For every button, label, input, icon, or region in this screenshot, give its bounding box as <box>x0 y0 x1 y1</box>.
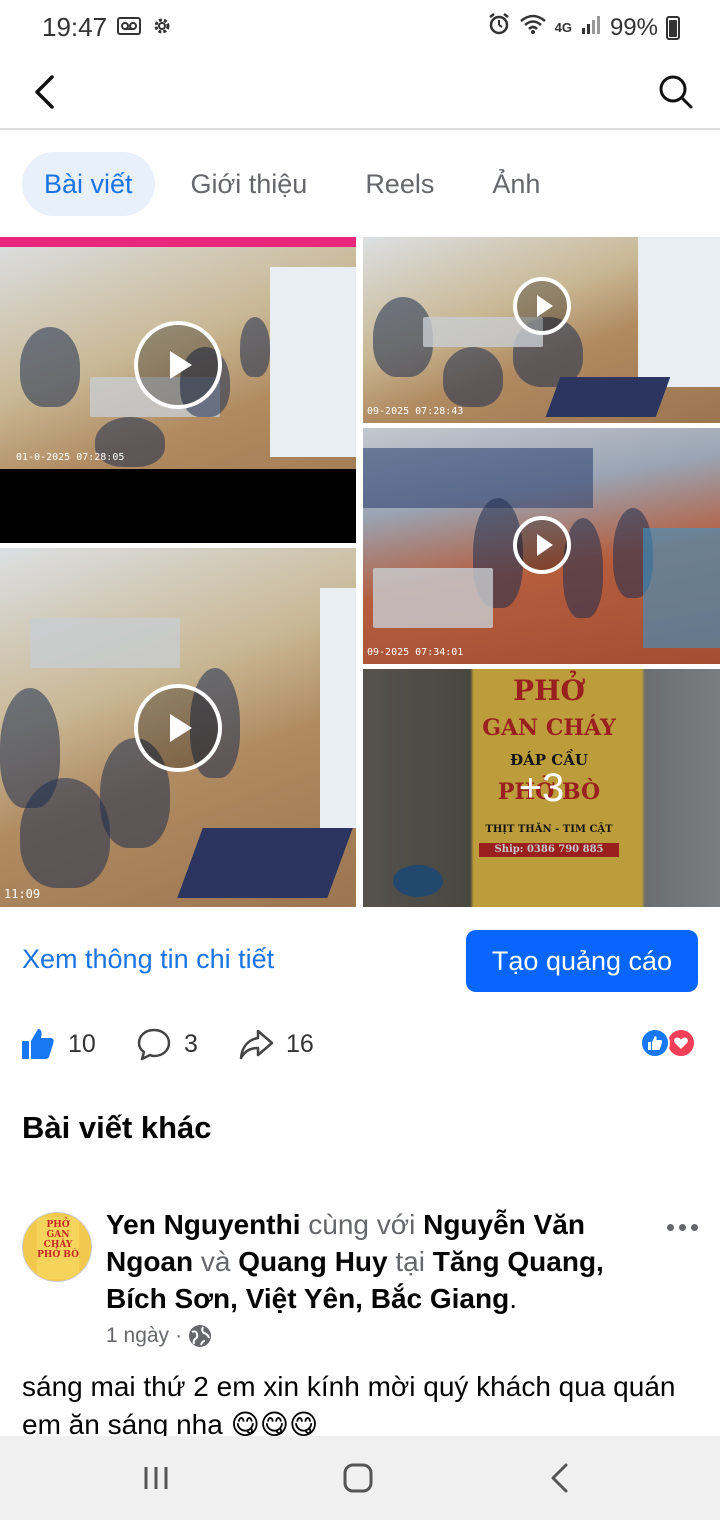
voicemail-icon <box>117 16 141 41</box>
more-options-button[interactable] <box>662 1212 702 1242</box>
with-word: cùng với <box>308 1209 416 1240</box>
scene-bench <box>545 377 671 417</box>
alarm-icon <box>487 12 511 43</box>
reaction-summary[interactable] <box>640 1028 700 1060</box>
search-icon <box>659 75 693 109</box>
scene-wall <box>638 237 720 387</box>
scene-table <box>373 568 493 628</box>
at-word: tại <box>395 1246 425 1277</box>
video-thumbnail-4[interactable]: 11:09 <box>0 548 356 907</box>
wifi-icon <box>519 13 547 42</box>
status-time: 19:47 <box>42 12 108 42</box>
video-timestamp: 01-0-2025 07:28:05 <box>16 452 125 463</box>
like-reaction-icon <box>640 1028 670 1058</box>
scene-table <box>30 618 180 668</box>
settings-icon <box>151 15 173 42</box>
scene-wall <box>270 267 356 457</box>
section-title: Bài viết khác <box>22 1110 212 1145</box>
like-button[interactable]: 10 <box>20 1022 96 1066</box>
tab-photos[interactable]: Ảnh <box>470 152 562 216</box>
view-details-link[interactable]: Xem thông tin chi tiết <box>22 944 274 975</box>
letterbox-band <box>0 469 356 543</box>
chevron-left-icon <box>35 75 54 109</box>
scene-people <box>20 327 80 407</box>
scene-motorbikes <box>363 448 593 508</box>
system-back-button[interactable] <box>540 1458 580 1498</box>
home-icon <box>343 1463 373 1493</box>
post-time[interactable]: 1 ngày <box>106 1324 169 1348</box>
meta-separator: · <box>175 1324 183 1347</box>
banner-strip <box>0 237 356 247</box>
scene-bench <box>177 828 353 898</box>
share-icon <box>239 1029 274 1060</box>
share-count: 16 <box>286 1029 314 1058</box>
share-button[interactable]: 16 <box>238 1022 314 1066</box>
photo-thumbnail-more[interactable]: PHỞ GAN CHÁY ĐÁP CẦU PHỞ BÒ THỊT THĂN - … <box>363 669 720 907</box>
network-type: 4G <box>554 20 572 35</box>
comment-count: 3 <box>184 1029 198 1058</box>
scene-people <box>443 347 503 407</box>
create-ad-button[interactable]: Tạo quảng cáo <box>466 930 698 992</box>
post-meta: 1 ngày · <box>106 1324 212 1348</box>
more-photos-overlay[interactable]: +3 <box>363 669 720 907</box>
search-button[interactable] <box>654 70 698 114</box>
back-arrow-icon <box>551 1463 568 1493</box>
play-icon[interactable] <box>134 684 222 772</box>
reactions-row: 10 3 16 <box>0 1022 720 1066</box>
status-bar: 19:47 4G 99% <box>0 0 720 56</box>
home-button[interactable] <box>338 1458 378 1498</box>
recent-apps-icon <box>144 1467 168 1489</box>
scene-people <box>240 317 270 377</box>
battery-percent: 99% <box>609 13 658 41</box>
play-icon[interactable] <box>513 277 571 335</box>
recent-apps-button[interactable] <box>136 1458 176 1498</box>
back-button[interactable] <box>22 70 66 114</box>
tab-posts[interactable]: Bài viết <box>22 152 155 216</box>
video-timestamp: 09-2025 07:34:01 <box>367 647 464 658</box>
globe-icon <box>189 1325 212 1347</box>
dot-icon <box>690 1223 698 1231</box>
love-reaction-icon <box>666 1028 696 1058</box>
video-thumbnail-3[interactable]: 09-2025 07:34:01 <box>363 428 720 664</box>
avatar-image: PHỞ GAN CHÁY PHỞ BÒ <box>37 1217 79 1279</box>
post-cta-row: Xem thông tin chi tiết Tạo quảng cáo <box>0 930 720 994</box>
signal-icon <box>580 13 602 42</box>
dot-icon <box>666 1223 674 1231</box>
system-navigation-bar <box>0 1436 720 1520</box>
video-thumbnail-2[interactable]: 09-2025 07:28:43 <box>363 237 720 423</box>
tagged-person-2[interactable]: Quang Huy <box>238 1246 387 1277</box>
play-icon[interactable] <box>134 321 222 409</box>
profile-tabs: Bài viết Giới thiệu Reels Ảnh <box>22 152 576 216</box>
post-author[interactable]: Yen Nguyenthi <box>106 1209 300 1240</box>
dot-icon <box>678 1223 686 1231</box>
comment-icon <box>137 1028 171 1061</box>
scene-supplies <box>643 528 720 648</box>
comment-button[interactable]: 3 <box>136 1022 198 1066</box>
tab-reels[interactable]: Reels <box>343 152 456 216</box>
video-thumbnail-1[interactable]: 01-0-2025 07:28:05 <box>0 237 356 543</box>
video-timestamp: 11:09 <box>4 887 41 901</box>
like-count: 10 <box>68 1029 96 1058</box>
scene-people <box>563 518 603 618</box>
post-body-text: sáng mai thứ 2 em xin kính mời quý khách… <box>22 1371 676 1438</box>
avatar[interactable]: PHỞ GAN CHÁY PHỞ BÒ <box>22 1212 92 1282</box>
media-grid: 01-0-2025 07:28:05 09-2025 07:28:43 09-2… <box>0 237 720 907</box>
top-navigation <box>0 56 720 130</box>
post-header: Yen Nguyenthi cùng với Nguyễn Văn Ngoan … <box>106 1209 604 1314</box>
scene-wall <box>320 588 356 828</box>
tab-about[interactable]: Giới thiệu <box>169 152 330 216</box>
play-icon[interactable] <box>513 516 571 574</box>
scene-people <box>20 778 110 888</box>
video-timestamp: 09-2025 07:28:43 <box>367 406 464 417</box>
thumbs-up-icon <box>22 1029 54 1059</box>
and-word: và <box>200 1246 231 1277</box>
battery-icon <box>666 15 680 40</box>
